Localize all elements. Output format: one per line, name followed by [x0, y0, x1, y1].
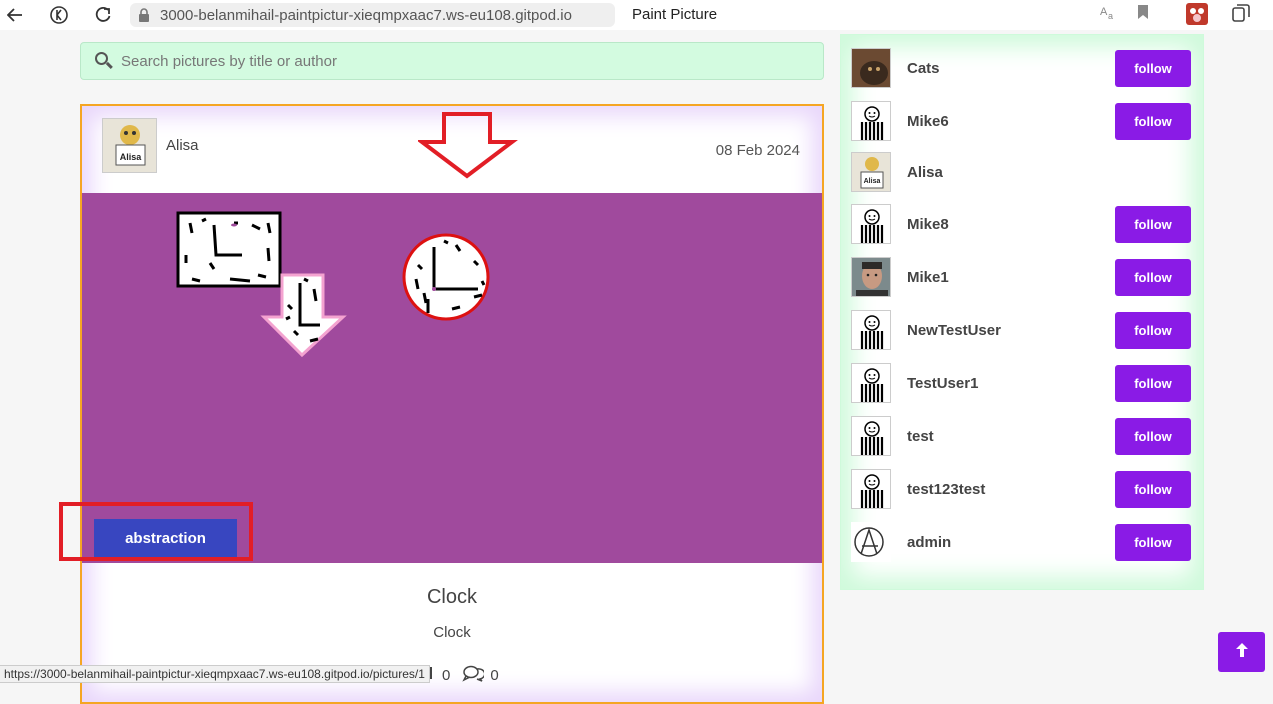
user-name[interactable]: test	[907, 428, 1115, 445]
user-name[interactable]: Mike8	[907, 216, 1115, 233]
follow-button[interactable]: follow	[1115, 102, 1191, 140]
picture-card: Alisa Alisa 08 Feb 2024 abstraction Cloc…	[80, 104, 824, 704]
svg-text:Alisa: Alisa	[864, 178, 881, 185]
reload-icon[interactable]	[92, 4, 114, 26]
profile-avatar-icon[interactable]	[1186, 3, 1208, 28]
address-bar[interactable]: 3000-belanmihail-paintpictur-xieqmpxaac7…	[130, 3, 615, 27]
post-title: Clock	[426, 586, 477, 608]
user-avatar[interactable]: Alisa	[851, 152, 891, 192]
scroll-to-top-button[interactable]	[1218, 632, 1265, 672]
svg-text:Alisa: Alisa	[120, 152, 143, 162]
collections-icon[interactable]	[1232, 4, 1250, 25]
user-avatar[interactable]	[851, 416, 891, 456]
user-row: Mike6 follow	[851, 100, 1191, 142]
lock-icon	[138, 8, 150, 22]
user-name[interactable]: admin	[907, 534, 1115, 551]
users-sidebar: Cats follow Mike6 follow Alisa Alisa Mik…	[840, 34, 1204, 590]
follow-button[interactable]: follow	[1115, 49, 1191, 87]
user-name[interactable]: Cats	[907, 60, 1115, 77]
follow-button[interactable]: follow	[1115, 470, 1191, 508]
user-row: Cats follow	[851, 47, 1191, 89]
user-avatar[interactable]	[851, 48, 891, 88]
svg-text:a: a	[1108, 11, 1113, 20]
follow-button[interactable]: follow	[1115, 417, 1191, 455]
follow-button[interactable]: follow	[1115, 364, 1191, 402]
user-row: Mike8 follow	[851, 203, 1191, 245]
post-description: Clock	[433, 624, 471, 641]
comments-count: 0	[490, 666, 499, 684]
user-row: NewTestUser follow	[851, 309, 1191, 351]
search-icon	[95, 52, 113, 70]
user-name[interactable]: Mike1	[907, 269, 1115, 286]
follow-button[interactable]: follow	[1115, 205, 1191, 243]
user-avatar[interactable]	[851, 522, 891, 562]
post-header: Alisa Alisa	[102, 118, 199, 173]
user-name[interactable]: Alisa	[907, 164, 1191, 181]
annotation-highlight-box	[59, 502, 253, 561]
search-bar	[80, 42, 824, 80]
user-name[interactable]: test123test	[907, 481, 1115, 498]
user-avatar[interactable]	[851, 310, 891, 350]
yandex-icon[interactable]	[48, 4, 70, 26]
user-avatar[interactable]	[851, 469, 891, 509]
search-input[interactable]	[121, 52, 801, 70]
user-row: TestUser1 follow	[851, 362, 1191, 404]
author-avatar[interactable]: Alisa	[102, 118, 157, 173]
annotation-down-arrow-icon	[418, 112, 518, 179]
user-row: Mike1 follow	[851, 256, 1191, 298]
user-row: admin follow	[851, 521, 1191, 563]
browser-toolbar: 3000-belanmihail-paintpictur-xieqmpxaac7…	[0, 0, 1273, 30]
likes-count: 0	[442, 666, 451, 684]
user-name[interactable]: NewTestUser	[907, 322, 1115, 339]
url-text: 3000-belanmihail-paintpictur-xieqmpxaac7…	[160, 6, 572, 24]
translate-icon[interactable]: Aa	[1100, 4, 1118, 23]
page-tab-title: Paint Picture	[632, 6, 718, 23]
post-date: 08 Feb 2024	[715, 142, 800, 159]
user-name[interactable]: TestUser1	[907, 375, 1115, 392]
user-row: test follow	[851, 415, 1191, 457]
user-row: test123test follow	[851, 468, 1191, 510]
user-avatar[interactable]	[851, 204, 891, 244]
follow-button[interactable]: follow	[1115, 523, 1191, 561]
user-row: Alisa Alisa	[851, 151, 1191, 193]
follow-button[interactable]: follow	[1115, 311, 1191, 349]
user-name[interactable]: Mike6	[907, 113, 1115, 130]
user-avatar[interactable]	[851, 101, 891, 141]
user-avatar[interactable]	[851, 363, 891, 403]
back-arrow-icon[interactable]	[4, 4, 26, 26]
user-avatar[interactable]	[851, 257, 891, 297]
author-name[interactable]: Alisa	[166, 137, 199, 154]
status-bar: https://3000-belanmihail-paintpictur-xie…	[0, 665, 430, 683]
follow-button[interactable]: follow	[1115, 258, 1191, 296]
bookmark-icon[interactable]	[1137, 4, 1149, 23]
svg-text:A: A	[1100, 6, 1108, 18]
arrow-up-icon	[1235, 642, 1249, 663]
